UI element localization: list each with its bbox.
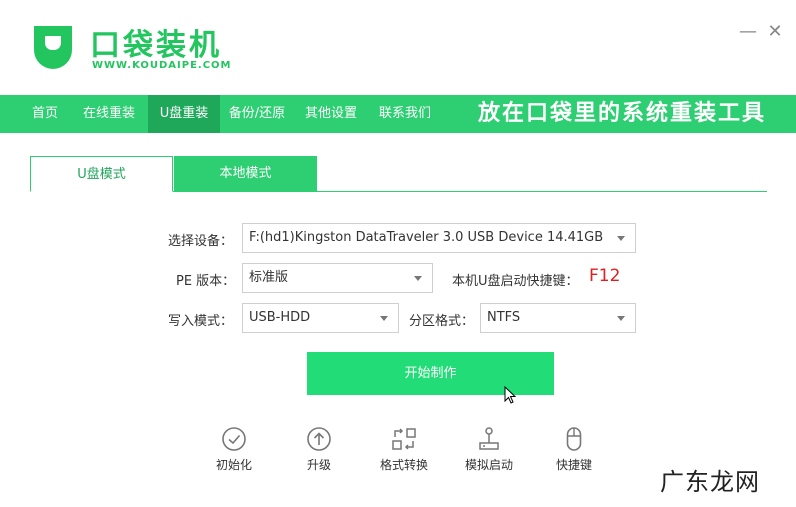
tool-format-convert[interactable]: 格式转换 [374,426,434,473]
tool-upgrade[interactable]: 升级 [289,426,349,473]
tab-usb-mode[interactable]: U盘模式 [30,156,173,192]
joystick-icon [479,427,499,450]
nav-item-home[interactable]: 首页 [20,95,70,133]
check-circle-icon [222,427,246,451]
nav-item-contact[interactable]: 联系我们 [370,95,440,133]
chevron-down-icon [617,236,625,241]
tool-simulate-boot-label: 模拟启动 [464,458,513,472]
mouse-pointer-icon [504,386,516,404]
brand-name: 口袋装机 [90,28,222,63]
slogan: 放在口袋里的系统重装工具 [477,101,766,126]
arrow-up-circle-icon [307,427,331,451]
device-value: F:(hd1)Kingston DataTraveler 3.0 USB Dev… [249,230,604,245]
mouse-icon [566,427,582,451]
tool-initialize-label: 初始化 [215,458,252,472]
write-mode-value: USB-HDD [249,310,311,325]
tool-simulate-boot[interactable]: 模拟启动 [459,426,519,473]
tool-hotkey-label: 快捷键 [555,458,592,472]
nav-item-backup-restore[interactable]: 备份/还原 [222,95,292,133]
pe-version-label: PE 版本： [176,274,236,289]
chevron-down-icon [414,276,422,281]
minimize-button[interactable]: — [738,22,758,42]
convert-icon [392,428,416,450]
watermark: 广东龙网 [660,468,760,496]
start-button[interactable]: 开始制作 [307,352,554,395]
tool-initialize[interactable]: 初始化 [204,426,264,473]
pe-version-select[interactable]: 标准版 [242,263,433,293]
hotkey-value: F12 [589,266,621,286]
tool-format-convert-label: 格式转换 [379,458,428,472]
tool-upgrade-label: 升级 [306,458,331,472]
pe-version-value: 标准版 [249,270,289,285]
brand-url: WWW.KOUDAIPE.COM [92,60,232,71]
chevron-down-icon [380,316,388,321]
partition-value: NTFS [487,310,521,325]
nav-item-online-reinstall[interactable]: 在线重装 [74,95,144,133]
nav-bar: 首页 在线重装 U盘重装 备份/还原 其他设置 联系我们 放在口袋里的系统重装工… [0,95,796,133]
write-mode-select[interactable]: USB-HDD [242,303,399,333]
write-mode-label: 写入模式： [168,314,234,329]
partition-select[interactable]: NTFS [480,303,636,333]
device-select[interactable]: F:(hd1)Kingston DataTraveler 3.0 USB Dev… [242,223,636,253]
nav-item-usb-reinstall[interactable]: U盘重装 [148,95,220,133]
partition-label: 分区格式： [409,314,475,329]
chevron-down-icon [617,316,625,321]
hotkey-label: 本机U盘启动快捷键： [452,274,579,289]
tab-local-mode[interactable]: 本地模式 [174,156,317,192]
device-label: 选择设备： [168,234,234,249]
close-button[interactable]: ✕ [765,22,785,42]
nav-item-other-settings[interactable]: 其他设置 [296,95,366,133]
tool-hotkey[interactable]: 快捷键 [544,426,604,473]
logo-icon [34,26,72,69]
